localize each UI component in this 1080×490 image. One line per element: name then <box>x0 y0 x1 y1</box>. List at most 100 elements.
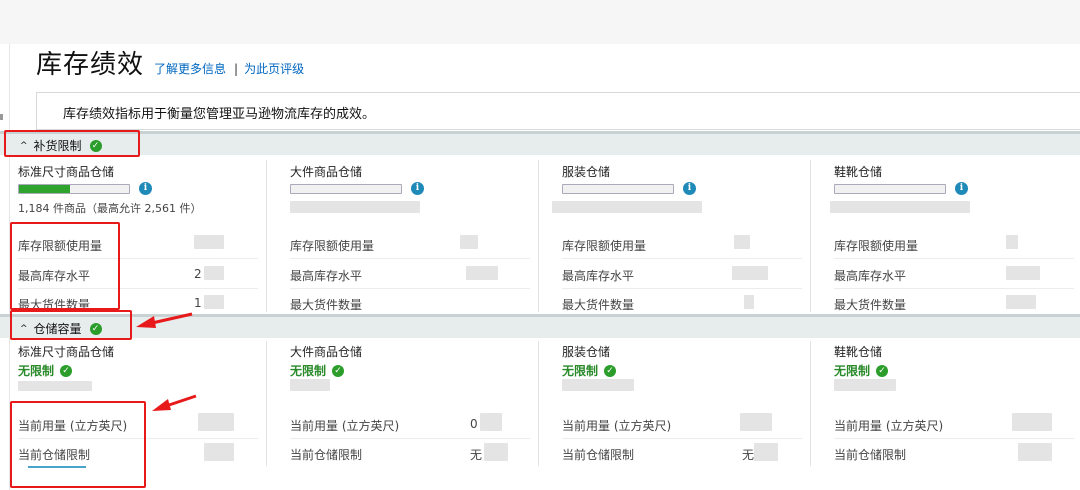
row-label-storage-limit: 当前仓储限制 <box>562 448 635 462</box>
rate-page-link[interactable]: 为此页评级 <box>244 60 304 77</box>
redacted-value <box>204 443 234 461</box>
info-icon[interactable]: i <box>139 182 152 195</box>
storage-section-label: 仓储容量 <box>33 322 82 336</box>
redacted-value <box>194 235 224 249</box>
storage-status: 无限制 ✓ <box>834 362 889 379</box>
row-value: 无 <box>742 448 755 462</box>
replenishment-col-apparel: 服装仓储 i 库存限额使用量 最高库存水平 最大货件数量 <box>552 163 834 313</box>
row-label-current-usage: 当前用量 (立方英尺) <box>562 419 672 433</box>
row-value: 0 <box>470 417 478 431</box>
row-label-max-level: 最高库存水平 <box>562 269 635 283</box>
gutter-mark <box>0 114 3 120</box>
redacted-value <box>1006 295 1036 309</box>
row-divider <box>18 438 258 439</box>
storage-col-standard: 标准尺寸商品仓储 无限制 ✓ 当前用量 (立方英尺) 当前仓储限制 <box>18 343 290 465</box>
storage-col-footwear: 鞋靴仓储 无限制 ✓ 当前用量 (立方英尺) 当前仓储限制 <box>834 343 1080 465</box>
row-divider <box>18 258 258 259</box>
redacted-value <box>1006 266 1040 280</box>
redacted-text <box>830 201 970 213</box>
check-circle-icon: ✓ <box>876 364 889 377</box>
info-icon[interactable]: i <box>411 182 424 195</box>
row-divider <box>290 438 530 439</box>
redacted-value <box>466 266 498 280</box>
row-label-max-level: 最高库存水平 <box>18 269 91 283</box>
redacted-text <box>290 379 330 391</box>
usage-progress-fill <box>19 185 70 193</box>
replenishment-col-footwear: 鞋靴仓储 i 库存限额使用量 最高库存水平 最大货件数量 <box>830 163 1080 313</box>
redacted-value <box>1006 235 1018 249</box>
redacted-value <box>1012 413 1052 431</box>
row-divider <box>18 288 258 289</box>
left-gutter <box>0 44 10 490</box>
check-circle-icon: ✓ <box>604 364 617 377</box>
row-divider <box>562 438 802 439</box>
row-label-storage-limit: 当前仓储限制 <box>18 448 91 462</box>
redacted-value <box>198 413 234 431</box>
row-value: 2 <box>194 267 202 281</box>
replenishment-col-oversize: 大件商品仓储 i 库存限额使用量 最高库存水平 最大货件数量 <box>290 163 562 313</box>
chevron-up-icon: ^ <box>20 323 28 334</box>
storage-col-apparel: 服装仓储 无限制 ✓ 当前用量 (立方英尺) 当前仓储限制 无 <box>562 343 834 465</box>
redacted-value <box>204 295 224 309</box>
redacted-value <box>1018 443 1052 461</box>
redacted-text <box>562 379 634 391</box>
column-title: 大件商品仓储 <box>290 165 363 179</box>
storage-section-header[interactable]: ^ 仓储容量 ✓ <box>0 314 1080 338</box>
usage-progress-bar <box>18 184 130 194</box>
redacted-value <box>484 443 508 461</box>
tab-underline <box>28 466 86 468</box>
description-text: 库存绩效指标用于衡量您管理亚马逊物流库存的成效。 <box>63 107 376 122</box>
check-circle-icon: ✓ <box>60 364 73 377</box>
learn-more-link[interactable]: 了解更多信息 <box>154 60 226 77</box>
row-label-usage: 库存限额使用量 <box>834 239 919 253</box>
redacted-value <box>480 413 502 431</box>
row-divider <box>562 288 802 289</box>
row-label-usage: 库存限额使用量 <box>290 239 375 253</box>
usage-progress-bar <box>562 184 674 194</box>
column-title: 服装仓储 <box>562 165 611 179</box>
storage-status-text: 无限制 <box>834 364 871 378</box>
storage-status: 无限制 ✓ <box>562 362 617 379</box>
row-label-usage: 库存限额使用量 <box>562 239 647 253</box>
check-circle-icon: ✓ <box>332 364 345 377</box>
usage-count-text: 1,184 件商品（最高允许 2,561 件） <box>18 202 202 215</box>
column-title: 标准尺寸商品仓储 <box>18 345 115 359</box>
row-divider <box>562 258 802 259</box>
row-label-current-usage: 当前用量 (立方英尺) <box>290 419 400 433</box>
check-circle-icon: ✓ <box>89 139 102 152</box>
redacted-value <box>460 235 478 249</box>
row-label-usage: 库存限额使用量 <box>18 239 103 253</box>
redacted-value <box>732 266 768 280</box>
chevron-up-icon: ^ <box>20 140 28 151</box>
browser-top-bar <box>0 0 1080 44</box>
redacted-value <box>744 295 754 309</box>
info-icon[interactable]: i <box>683 182 696 195</box>
replenishment-col-standard: 标准尺寸商品仓储 i 1,184 件商品（最高允许 2,561 件） 库存限额使… <box>18 163 290 313</box>
replenishment-section-header[interactable]: ^ 补货限制 ✓ <box>0 131 1080 155</box>
replenishment-section-label: 补货限制 <box>33 139 82 153</box>
redacted-value <box>734 235 750 249</box>
storage-status-text: 无限制 <box>562 364 599 378</box>
row-label-max-shipments: 最大货件数量 <box>834 298 907 312</box>
row-label-max-level: 最高库存水平 <box>834 269 907 283</box>
page-title: 库存绩效 <box>36 50 145 80</box>
column-title: 服装仓储 <box>562 345 611 359</box>
row-label-storage-limit: 当前仓储限制 <box>834 448 907 462</box>
row-value: 无 <box>470 448 483 462</box>
column-title: 鞋靴仓储 <box>834 345 883 359</box>
column-title: 标准尺寸商品仓储 <box>18 165 115 179</box>
redacted-text <box>18 381 92 391</box>
title-row: 库存绩效 了解更多信息 | 为此页评级 <box>36 44 304 80</box>
row-divider <box>290 258 530 259</box>
row-label-current-usage: 当前用量 (立方英尺) <box>834 419 944 433</box>
redacted-value <box>204 266 224 280</box>
row-divider <box>834 288 1074 289</box>
redacted-text <box>290 201 420 213</box>
storage-status-text: 无限制 <box>18 364 55 378</box>
link-separator: | <box>234 62 239 76</box>
info-icon[interactable]: i <box>955 182 968 195</box>
redacted-value <box>754 443 778 461</box>
row-label-max-shipments: 最大货件数量 <box>290 298 363 312</box>
usage-progress-bar <box>290 184 402 194</box>
usage-progress-bar <box>834 184 946 194</box>
